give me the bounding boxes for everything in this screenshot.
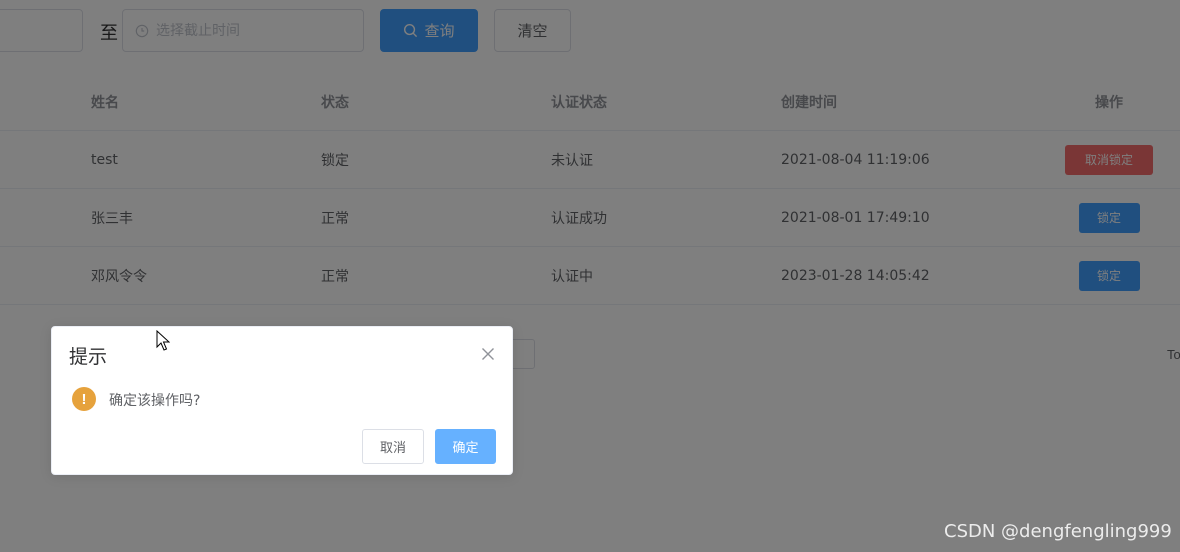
confirm-dialog: 提示 ! 确定该操作吗? 取消 确定 (51, 326, 513, 475)
close-icon[interactable] (480, 346, 496, 362)
dialog-message: 确定该操作吗? (109, 393, 201, 409)
mouse-cursor-icon (156, 330, 170, 351)
app-root: 至 查询 清空 姓名 状态 认证状态 创建时间 操作 test 锁定 (0, 0, 1180, 552)
cancel-button[interactable]: 取消 (362, 429, 424, 464)
warning-icon: ! (72, 387, 96, 411)
watermark: CSDN @dengfengling999 (944, 521, 1172, 542)
dialog-title: 提示 (69, 346, 108, 368)
confirm-button[interactable]: 确定 (435, 429, 496, 464)
